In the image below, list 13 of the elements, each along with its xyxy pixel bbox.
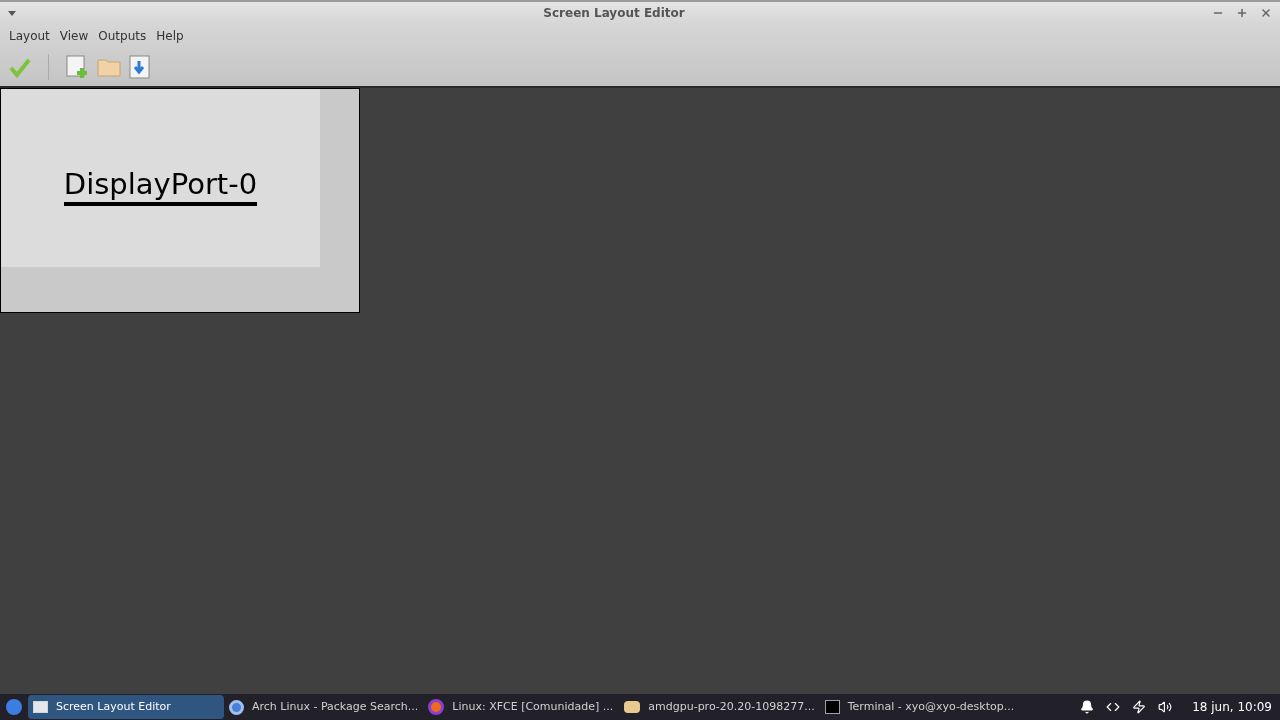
menu-item[interactable]: Layout <box>4 27 55 45</box>
task-button[interactable]: Arch Linux - Package Search... <box>224 695 424 719</box>
task-button[interactable]: amdgpu-pro-20.20-1098277... <box>619 695 820 719</box>
display-frame[interactable]: DisplayPort-0 <box>0 88 360 313</box>
output-label: DisplayPort-0 <box>63 165 258 207</box>
window-title: Screen Layout Editor <box>542 5 686 22</box>
menu-item[interactable]: View <box>54 27 94 45</box>
menu-item[interactable]: Outputs <box>93 27 152 45</box>
task-button[interactable]: Terminal - xyo@xyo-desktop... <box>819 695 1020 719</box>
task-button[interactable]: Linux: XFCE [Comunidade] ... <box>423 695 620 719</box>
menu-item[interactable]: Help <box>151 27 189 45</box>
clock[interactable]: 18 jun, 10:09 <box>1192 698 1272 716</box>
task-button[interactable]: Screen Layout Editor <box>28 695 224 719</box>
